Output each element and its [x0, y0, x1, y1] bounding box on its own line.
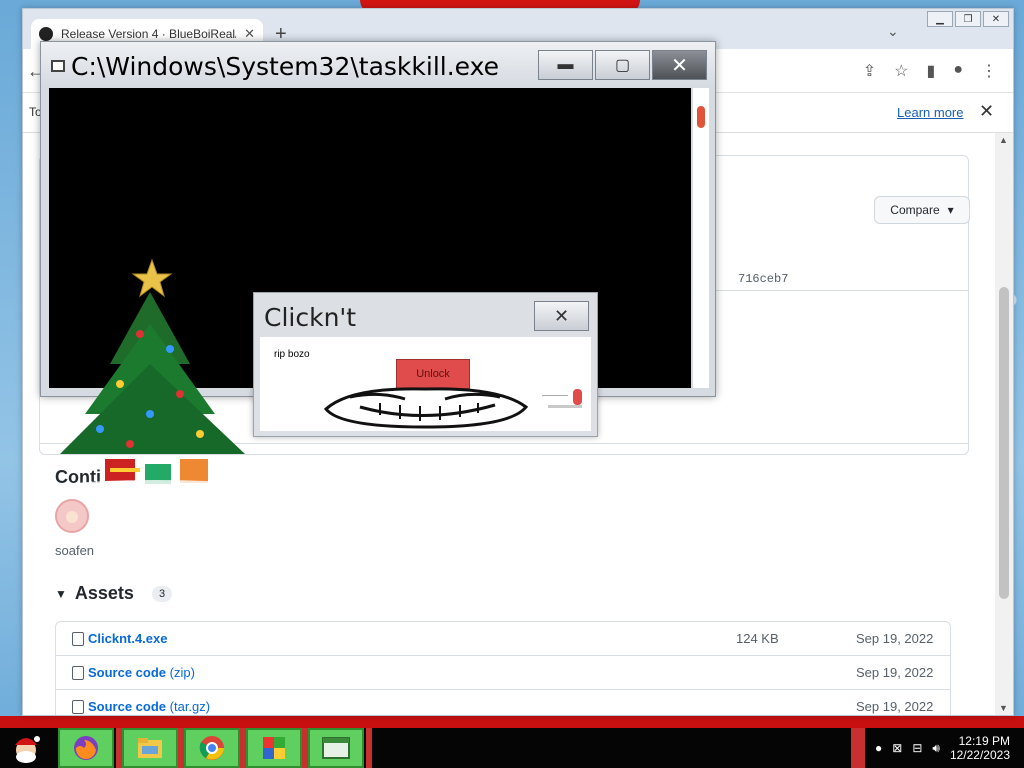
folder-icon: [138, 738, 162, 758]
taskbar-firefox[interactable]: [58, 728, 114, 768]
minimize-icon[interactable]: ▬: [538, 50, 593, 80]
file-zip-icon: [72, 700, 84, 714]
assets-count-badge: 3: [151, 585, 173, 602]
contributor-name[interactable]: soafen: [55, 543, 94, 558]
taskbar-explorer[interactable]: [122, 728, 178, 768]
maximize-icon[interactable]: ❐: [955, 11, 981, 27]
christmas-tree-image: [60, 258, 245, 492]
clicknt-window: Clickn't ✕ rip bozo Unlock: [253, 292, 598, 437]
scroll-up-icon[interactable]: ▲: [999, 135, 1008, 145]
clock-time: 12:19 PM: [958, 734, 1010, 748]
slider-thumb[interactable]: [573, 389, 582, 405]
assets-title: Assets: [74, 583, 134, 603]
minimize-icon[interactable]: ▁: [927, 11, 953, 27]
asset-link[interactable]: Clicknt.4.exe: [88, 631, 168, 646]
slider-rail: [542, 395, 568, 396]
clicknt-title: Clickn't: [264, 303, 357, 332]
tray-accent: [851, 728, 865, 768]
system-tray: ● ⊠ ⊟ 🔊︎ 12:19 PM 12/22/2023: [851, 728, 1024, 768]
commit-hash[interactable]: 716ceb7: [738, 272, 788, 286]
message-text: rip bozo: [274, 349, 310, 360]
start-button[interactable]: [2, 728, 50, 768]
firefox-icon: [74, 736, 98, 760]
menu-dots-icon[interactable]: ⋮: [981, 61, 997, 81]
github-icon: [39, 27, 53, 41]
list-item: Clicknt.4.exe 124 KB Sep 19, 2022: [56, 622, 950, 656]
clock[interactable]: 12:19 PM 12/22/2023: [950, 734, 1010, 762]
close-icon[interactable]: ✕: [534, 301, 589, 331]
chevron-down-icon: ▾: [947, 203, 954, 217]
package-icon: [72, 632, 84, 646]
learn-more-link[interactable]: Learn more: [897, 105, 963, 120]
taskkill-window-controls: ▬ ▢ ✕: [538, 50, 707, 80]
taskbar-chrome[interactable]: [184, 728, 240, 768]
asset-date: Sep 19, 2022: [856, 631, 934, 646]
browser-window-controls: ▁ ❐ ✕: [927, 11, 1009, 27]
close-icon[interactable]: ✕: [652, 50, 707, 80]
assets-header[interactable]: ▼ Assets 3: [55, 583, 173, 604]
tab-close-icon[interactable]: ✕: [244, 26, 255, 42]
asset-link[interactable]: Source code (zip): [88, 665, 195, 680]
scrollbar-thumb[interactable]: [697, 106, 705, 128]
list-item: Source code (zip) Sep 19, 2022: [56, 656, 950, 690]
toolbar-icons: ⇪ ☆ ▮ ● ⋮: [863, 61, 997, 81]
asset-date: Sep 19, 2022: [856, 699, 934, 714]
console-scrollbar[interactable]: [693, 88, 709, 388]
tab-search-icon[interactable]: ⌄: [887, 23, 899, 40]
taskkill-titlebar[interactable]: C:\Windows\System32\taskkill.exe ▬ ▢ ✕: [41, 42, 715, 86]
santa-icon: [15, 736, 40, 763]
console-icon: [51, 60, 65, 72]
compare-label: Compare: [890, 203, 940, 217]
side-panel-icon[interactable]: ▮: [927, 61, 936, 81]
asset-size: 124 KB: [736, 631, 779, 646]
asset-date: Sep 19, 2022: [856, 665, 934, 680]
assets-list: Clicknt.4.exe 124 KB Sep 19, 2022 Source…: [55, 621, 951, 715]
volume-icon[interactable]: 🔊︎: [932, 741, 940, 756]
asset-link[interactable]: Source code (tar.gz): [88, 699, 210, 714]
file-zip-icon: [72, 666, 84, 680]
tab-title: Release Version 4 · BlueBoiReal/C: [61, 27, 237, 41]
network-warning-icon[interactable]: ⊠: [892, 741, 902, 755]
trollface-image: [323, 387, 529, 429]
profile-icon[interactable]: ●: [953, 61, 963, 81]
taskkill-title: C:\Windows\System32\taskkill.exe: [71, 52, 500, 81]
clicknt-body: rip bozo Unlock: [260, 337, 591, 431]
share-icon[interactable]: ⇪: [863, 61, 876, 81]
taskbar-app[interactable]: [308, 728, 364, 768]
app-icon: [263, 737, 285, 759]
chrome-icon: [199, 736, 224, 760]
scrollbar-thumb[interactable]: [999, 287, 1009, 599]
window-app-icon: [322, 737, 350, 759]
taskbar: ● ⊠ ⊟ 🔊︎ 12:19 PM 12/22/2023: [0, 728, 1024, 768]
compare-button[interactable]: Compare ▾: [874, 196, 970, 224]
close-icon[interactable]: ✕: [983, 11, 1009, 27]
list-item: Source code (tar.gz) Sep 19, 2022: [56, 690, 950, 715]
bookmark-star-icon[interactable]: ☆: [894, 61, 908, 81]
slider-track[interactable]: [548, 405, 582, 408]
network-icon[interactable]: ⊟: [912, 741, 922, 755]
avatar[interactable]: [55, 499, 89, 533]
maximize-icon[interactable]: ▢: [595, 50, 650, 80]
info-bar-close-icon[interactable]: ✕: [979, 101, 994, 122]
scroll-down-icon[interactable]: ▼: [999, 703, 1008, 713]
page-scrollbar[interactable]: ▲ ▼: [995, 133, 1013, 715]
wallpaper-strip: [0, 716, 1024, 728]
taskbar-app[interactable]: [246, 728, 302, 768]
clock-date: 12/22/2023: [949, 748, 1010, 762]
taskbar-separator: [366, 728, 372, 768]
triangle-down-icon: ▼: [55, 586, 67, 601]
tray-dot-icon[interactable]: ●: [875, 741, 882, 755]
